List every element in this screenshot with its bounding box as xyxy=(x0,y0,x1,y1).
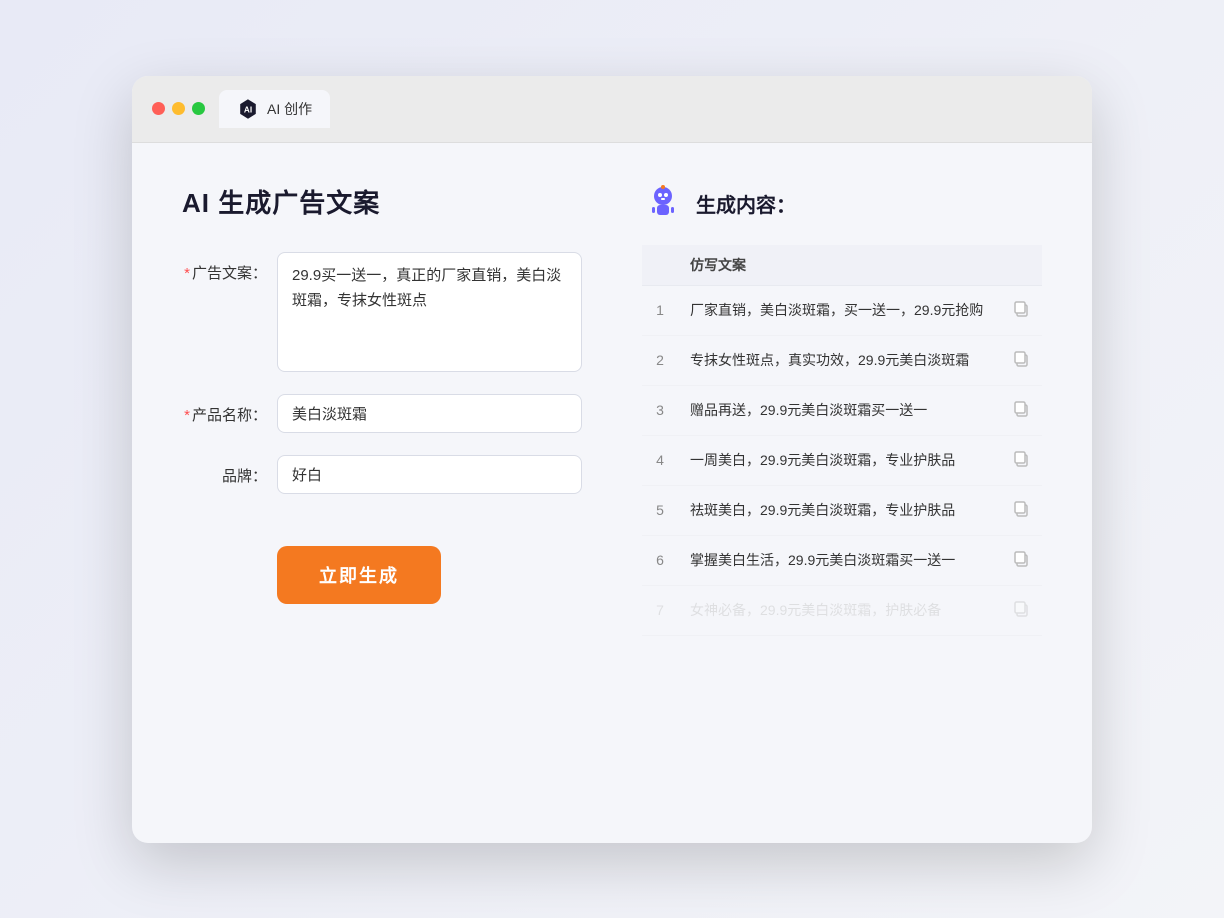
left-panel: AI 生成广告文案 *广告文案： 29.9买一送一，真正的厂家直销，美白淡斑霜，… xyxy=(182,183,582,803)
table-row: 3赠品再送，29.9元美白淡斑霜买一送一 xyxy=(642,385,1042,435)
table-row: 1厂家直销，美白淡斑霜，买一送一，29.9元抢购 xyxy=(642,285,1042,335)
row-number: 2 xyxy=(642,335,678,385)
row-text: 祛斑美白，29.9元美白淡斑霜，专业护肤品 xyxy=(678,485,1000,535)
row-text: 女神必备，29.9元美白淡斑霜，护肤必备 xyxy=(678,585,1000,635)
generate-button-wrapper: 立即生成 xyxy=(182,516,582,604)
col-action-header xyxy=(1000,245,1042,286)
browser-window: AI AI 创作 AI 生成广告文案 *广告文案： 29.9买一送一，真正的厂家… xyxy=(132,76,1092,843)
col-text-header: 仿写文案 xyxy=(678,245,1000,286)
row-number: 4 xyxy=(642,435,678,485)
right-header: 生成内容： xyxy=(642,183,1042,225)
product-name-label: *产品名称： xyxy=(182,394,267,425)
copy-button[interactable] xyxy=(1000,435,1042,485)
row-text: 一周美白，29.9元美白淡斑霜，专业护肤品 xyxy=(678,435,1000,485)
row-number: 7 xyxy=(642,585,678,635)
table-row: 6掌握美白生活，29.9元美白淡斑霜买一送一 xyxy=(642,535,1042,585)
row-number: 1 xyxy=(642,285,678,335)
ai-tab-icon: AI xyxy=(237,98,259,120)
row-number: 5 xyxy=(642,485,678,535)
close-button[interactable] xyxy=(152,102,165,115)
ad-copy-input[interactable]: 29.9买一送一，真正的厂家直销，美白淡斑霜，专抹女性斑点 xyxy=(277,252,582,372)
svg-text:AI: AI xyxy=(244,105,252,114)
row-text: 厂家直销，美白淡斑霜，买一送一，29.9元抢购 xyxy=(678,285,1000,335)
copy-button[interactable] xyxy=(1000,535,1042,585)
copy-button[interactable] xyxy=(1000,585,1042,635)
row-text: 赠品再送，29.9元美白淡斑霜买一送一 xyxy=(678,385,1000,435)
copy-button[interactable] xyxy=(1000,335,1042,385)
ad-copy-group: *广告文案： 29.9买一送一，真正的厂家直销，美白淡斑霜，专抹女性斑点 xyxy=(182,252,582,372)
maximize-button[interactable] xyxy=(192,102,205,115)
page-title: AI 生成广告文案 xyxy=(182,183,582,220)
generate-button[interactable]: 立即生成 xyxy=(277,546,441,604)
window-controls xyxy=(152,102,205,115)
product-name-group: *产品名称： xyxy=(182,394,582,433)
table-row: 7女神必备，29.9元美白淡斑霜，护肤必备 xyxy=(642,585,1042,635)
row-text: 专抹女性斑点，真实功效，29.9元美白淡斑霜 xyxy=(678,335,1000,385)
brand-label: 品牌： xyxy=(182,455,267,486)
required-mark-product: * xyxy=(184,407,190,424)
right-panel: 生成内容： 仿写文案 1厂家直销，美白淡斑霜，买一送一，29.9元抢购 2专抹女… xyxy=(642,183,1042,803)
row-text: 掌握美白生活，29.9元美白淡斑霜买一送一 xyxy=(678,535,1000,585)
brand-group: 品牌： xyxy=(182,455,582,494)
tab-label: AI 创作 xyxy=(267,99,312,119)
title-bar: AI AI 创作 xyxy=(132,76,1092,143)
row-number: 6 xyxy=(642,535,678,585)
copy-button[interactable] xyxy=(1000,485,1042,535)
brand-input[interactable] xyxy=(277,455,582,494)
table-row: 4一周美白，29.9元美白淡斑霜，专业护肤品 xyxy=(642,435,1042,485)
copy-button[interactable] xyxy=(1000,285,1042,335)
main-content: AI 生成广告文案 *广告文案： 29.9买一送一，真正的厂家直销，美白淡斑霜，… xyxy=(132,143,1092,843)
copy-button[interactable] xyxy=(1000,385,1042,435)
ad-copy-label: *广告文案： xyxy=(182,252,267,283)
minimize-button[interactable] xyxy=(172,102,185,115)
table-row: 2专抹女性斑点，真实功效，29.9元美白淡斑霜 xyxy=(642,335,1042,385)
product-name-input[interactable] xyxy=(277,394,582,433)
ai-tab[interactable]: AI AI 创作 xyxy=(219,90,330,128)
results-table: 仿写文案 1厂家直销，美白淡斑霜，买一送一，29.9元抢购 2专抹女性斑点，真实… xyxy=(642,245,1042,636)
row-number: 3 xyxy=(642,385,678,435)
right-panel-title: 生成内容： xyxy=(696,189,796,218)
table-row: 5祛斑美白，29.9元美白淡斑霜，专业护肤品 xyxy=(642,485,1042,535)
col-num-header xyxy=(642,245,678,286)
required-mark-ad: * xyxy=(184,265,190,282)
robot-icon xyxy=(642,183,684,225)
